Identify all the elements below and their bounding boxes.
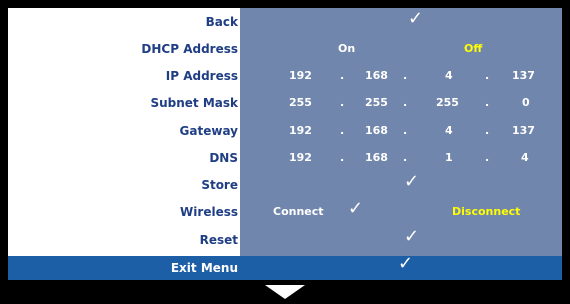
- subnet-octet-1[interactable]: 255: [289, 89, 312, 117]
- ip-address-row[interactable]: 192 . 168 . 4 . 137: [240, 62, 562, 90]
- gateway-octet-1[interactable]: 192: [289, 117, 312, 145]
- reset-label[interactable]: Reset: [200, 226, 240, 254]
- wireless-label[interactable]: Wireless: [180, 198, 240, 226]
- subnet-mask-label[interactable]: Subnet Mask: [150, 89, 240, 117]
- wireless-connect-option[interactable]: Connect: [273, 198, 324, 226]
- dns-octet-4[interactable]: 4: [521, 144, 529, 172]
- menu-values-panel: ✓ On Off 192 . 168 . 4 . 137 255 . 255 .…: [240, 8, 562, 256]
- ip-dot-3: .: [485, 69, 490, 82]
- dns-octet-1[interactable]: 192: [289, 144, 312, 172]
- gateway-dot-2: .: [403, 124, 408, 137]
- check-icon[interactable]: ✓: [404, 223, 419, 251]
- gateway-dot-3: .: [485, 124, 490, 137]
- ip-address-label[interactable]: IP Address: [166, 62, 240, 90]
- subnet-octet-2[interactable]: 255: [365, 89, 388, 117]
- down-arrow-icon[interactable]: [265, 285, 305, 299]
- gateway-octet-3[interactable]: 4: [445, 117, 453, 145]
- subnet-octet-3[interactable]: 255: [436, 89, 459, 117]
- check-icon: ✓: [348, 198, 364, 219]
- dns-octet-2[interactable]: 168: [365, 144, 388, 172]
- gateway-label[interactable]: Gateway: [180, 117, 240, 145]
- dns-dot-1: .: [340, 151, 345, 164]
- back-row[interactable]: ✓: [240, 8, 562, 36]
- back-label[interactable]: Back: [206, 8, 240, 36]
- gateway-octet-4[interactable]: 137: [512, 117, 535, 145]
- store-label[interactable]: Store: [201, 171, 240, 199]
- gateway-octet-2[interactable]: 168: [365, 117, 388, 145]
- store-row[interactable]: ✓: [240, 171, 562, 199]
- dhcp-address-label[interactable]: DHCP Address: [141, 35, 240, 63]
- subnet-dot-1: .: [340, 96, 345, 109]
- exit-menu-row[interactable]: Exit Menu ✓: [8, 253, 562, 280]
- dns-octet-3[interactable]: 1: [445, 144, 453, 172]
- ip-octet-2[interactable]: 168: [365, 62, 388, 90]
- dns-row[interactable]: 192 . 168 . 1 . 4: [240, 144, 562, 172]
- wireless-row[interactable]: Connect ✓ Disconnect: [240, 198, 562, 226]
- dhcp-off-option[interactable]: Off: [464, 35, 482, 63]
- ip-dot-2: .: [403, 69, 408, 82]
- subnet-octet-4[interactable]: 0: [522, 89, 530, 117]
- wireless-disconnect-option[interactable]: Disconnect: [452, 198, 520, 226]
- reset-row[interactable]: ✓: [240, 226, 562, 254]
- projector-network-menu: Back DHCP Address IP Address Subnet Mask…: [8, 8, 562, 280]
- check-icon[interactable]: ✓: [404, 168, 419, 196]
- dhcp-row[interactable]: On Off: [240, 35, 562, 63]
- subnet-dot-2: .: [403, 96, 408, 109]
- dns-label[interactable]: DNS: [209, 144, 240, 172]
- ip-octet-1[interactable]: 192: [289, 62, 312, 90]
- subnet-dot-3: .: [485, 96, 490, 109]
- subnet-mask-row[interactable]: 255 . 255 . 255 . 0: [240, 89, 562, 117]
- ip-octet-4[interactable]: 137: [512, 62, 535, 90]
- check-icon[interactable]: ✓: [398, 253, 413, 274]
- check-icon[interactable]: ✓: [408, 5, 423, 33]
- menu-labels-column: Back DHCP Address IP Address Subnet Mask…: [8, 8, 240, 280]
- exit-menu-label[interactable]: Exit Menu: [171, 256, 240, 280]
- ip-dot-1: .: [340, 69, 345, 82]
- dns-dot-3: .: [485, 151, 490, 164]
- ip-octet-3[interactable]: 4: [445, 62, 453, 90]
- dhcp-on-option[interactable]: On: [338, 35, 355, 63]
- gateway-row[interactable]: 192 . 168 . 4 . 137: [240, 117, 562, 145]
- gateway-dot-1: .: [340, 124, 345, 137]
